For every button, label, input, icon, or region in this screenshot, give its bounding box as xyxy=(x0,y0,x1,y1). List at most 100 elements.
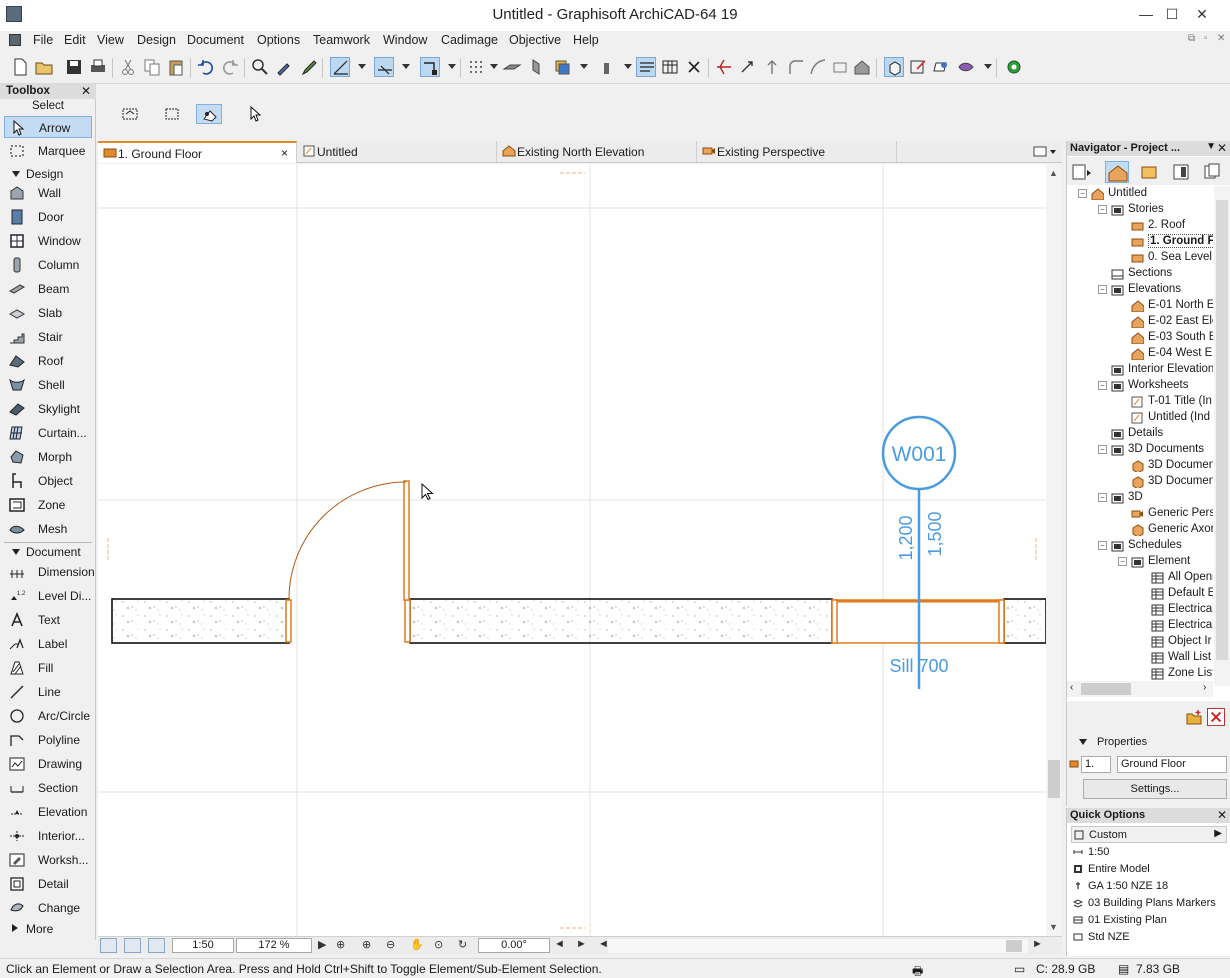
close-icon[interactable]: ✕ xyxy=(1188,4,1216,24)
chevron-right-icon[interactable]: ▶ xyxy=(318,938,326,951)
next-zoom-icon[interactable]: ► xyxy=(576,938,587,950)
tool-text[interactable]: Text xyxy=(4,609,92,631)
fillet-icon[interactable] xyxy=(786,57,806,77)
collapse-icon[interactable]: − xyxy=(1078,189,1087,198)
story-name-field[interactable]: Ground Floor xyxy=(1117,756,1227,773)
marquee-shape-icon[interactable] xyxy=(162,104,188,124)
paste-icon[interactable] xyxy=(166,57,186,77)
tab-existing-north-elevation[interactable]: Existing North Elevation xyxy=(497,141,697,163)
collapse-icon[interactable]: − xyxy=(1098,445,1107,454)
close-icon[interactable]: × xyxy=(281,146,288,160)
menu-design[interactable]: Design xyxy=(137,33,176,47)
new-folder-icon[interactable] xyxy=(1185,708,1203,726)
grid-snap-icon[interactable] xyxy=(466,57,486,77)
elevate-icon[interactable] xyxy=(762,57,782,77)
tool-label-tool[interactable]: Label xyxy=(4,633,92,655)
x-mark-icon[interactable] xyxy=(684,57,704,77)
collapse-icon[interactable]: − xyxy=(1118,557,1127,566)
menu-window[interactable]: Window xyxy=(383,33,427,47)
document-section-header[interactable]: Document xyxy=(4,542,92,560)
tool-column[interactable]: Column xyxy=(4,254,92,276)
chevron-down-icon[interactable] xyxy=(624,64,632,69)
project-map-icon[interactable] xyxy=(1105,161,1129,183)
menu-cadimage[interactable]: Cadimage xyxy=(441,33,498,47)
collapse-icon[interactable]: − xyxy=(1098,541,1107,550)
tab-existing-perspective[interactable]: Existing Perspective xyxy=(697,141,897,163)
scroll-thumb[interactable] xyxy=(1048,760,1060,798)
collapse-icon[interactable]: − xyxy=(1098,205,1107,214)
chevron-down-icon[interactable] xyxy=(402,64,410,69)
view-setting-dropdown[interactable]: Custom ▶ xyxy=(1071,826,1227,843)
tool-wall[interactable]: Wall xyxy=(4,182,92,204)
scroll-right-icon[interactable]: › xyxy=(1203,682,1206,693)
mdi-minimize-icon[interactable]: ▫ xyxy=(1204,33,1208,44)
pan-icon[interactable]: ✋ xyxy=(410,938,424,951)
tool-drawing[interactable]: Drawing xyxy=(4,753,92,775)
navigator-vertical-scrollbar[interactable] xyxy=(1214,186,1230,686)
close-icon[interactable]: ✕ xyxy=(1217,141,1227,155)
tool-door[interactable]: Door xyxy=(4,206,92,228)
printer-icon[interactable]: 🖶 xyxy=(912,962,923,978)
navigator-horizontal-scrollbar[interactable]: ‹ › xyxy=(1067,681,1213,697)
door-element[interactable] xyxy=(285,480,411,643)
menu-view[interactable]: View xyxy=(97,33,124,47)
zoom-field[interactable]: 172 % xyxy=(236,938,312,953)
chevron-down-icon[interactable] xyxy=(580,64,588,69)
edit-selection-icon[interactable] xyxy=(908,57,928,77)
tool-window[interactable]: Window xyxy=(4,230,92,252)
tool-arc-circle[interactable]: Arc/Circle xyxy=(4,705,92,727)
tool-polyline[interactable]: Polyline xyxy=(4,729,92,751)
view-map-icon[interactable] xyxy=(1138,161,1162,183)
close-icon[interactable]: ✕ xyxy=(81,84,91,98)
tab-list-icon[interactable] xyxy=(1032,144,1058,160)
scroll-thumb[interactable] xyxy=(1081,683,1131,695)
floor-plan-canvas[interactable]: W001 1,200 1,500 Sill 700 xyxy=(98,164,1046,936)
dimension-standard-option[interactable]: Std NZE xyxy=(1071,929,1227,946)
scroll-up-icon[interactable]: ▲ xyxy=(1049,168,1058,178)
maximize-icon[interactable]: ☐ xyxy=(1158,4,1186,24)
tool-roof[interactable]: Roof xyxy=(4,350,92,372)
tool-morph[interactable]: Morph xyxy=(4,446,92,468)
orientation-field[interactable]: 0.00° xyxy=(478,938,550,953)
selection-method-icon[interactable] xyxy=(120,104,146,124)
render-icon[interactable] xyxy=(956,57,976,77)
tool-elevation[interactable]: Elevation xyxy=(4,801,92,823)
tool-line[interactable]: Line xyxy=(4,681,92,703)
scroll-thumb[interactable] xyxy=(1006,940,1022,952)
view-options-icon[interactable] xyxy=(148,938,165,953)
window-marker[interactable]: W001 1,200 1,500 Sill 700 xyxy=(881,415,957,689)
tool-beam[interactable]: Beam xyxy=(4,278,92,300)
teamwork-status-icon[interactable] xyxy=(1004,57,1024,77)
menu-objective[interactable]: Objective xyxy=(509,33,561,47)
arrow-cursor-icon[interactable] xyxy=(244,104,270,124)
menu-options[interactable]: Options xyxy=(257,33,300,47)
model-view-option[interactable]: 01 Existing Plan xyxy=(1071,912,1227,929)
chevron-down-icon[interactable] xyxy=(448,64,456,69)
layout-book-icon[interactable] xyxy=(1169,161,1193,183)
tool-marquee[interactable]: Marquee xyxy=(4,140,92,162)
save-icon[interactable] xyxy=(64,57,84,77)
zoom-window-icon[interactable]: ⊕ xyxy=(336,938,345,951)
curve-icon[interactable] xyxy=(808,57,828,77)
zoom-out-icon[interactable]: ⊖ xyxy=(386,938,395,951)
redo-icon[interactable] xyxy=(220,57,240,77)
layer-combination-icon[interactable] xyxy=(100,938,117,953)
split-icon[interactable] xyxy=(714,57,734,77)
mdi-restore-icon[interactable]: ⧉ xyxy=(1188,33,1195,44)
adjust-icon[interactable] xyxy=(738,57,758,77)
house-icon[interactable] xyxy=(852,57,872,77)
menu-edit[interactable]: Edit xyxy=(64,33,86,47)
table-icon[interactable] xyxy=(660,57,680,77)
tool-section[interactable]: Section xyxy=(4,777,92,799)
tool-fill[interactable]: Fill xyxy=(4,657,92,679)
menu-file[interactable]: File xyxy=(33,33,53,47)
layer-combination-option[interactable]: 03 Building Plans Markers xyxy=(1071,895,1227,912)
3d-view-icon[interactable] xyxy=(884,57,904,77)
scale-option[interactable]: 1:50 xyxy=(1071,844,1227,861)
tool-shell[interactable]: Shell xyxy=(4,374,92,396)
guideline-icon[interactable] xyxy=(330,57,350,77)
document-menu-icon[interactable] xyxy=(9,34,21,46)
trace-reference-icon[interactable] xyxy=(636,57,656,77)
wall-skew-icon[interactable] xyxy=(526,57,546,77)
scroll-right-icon[interactable]: ► xyxy=(1032,938,1043,950)
